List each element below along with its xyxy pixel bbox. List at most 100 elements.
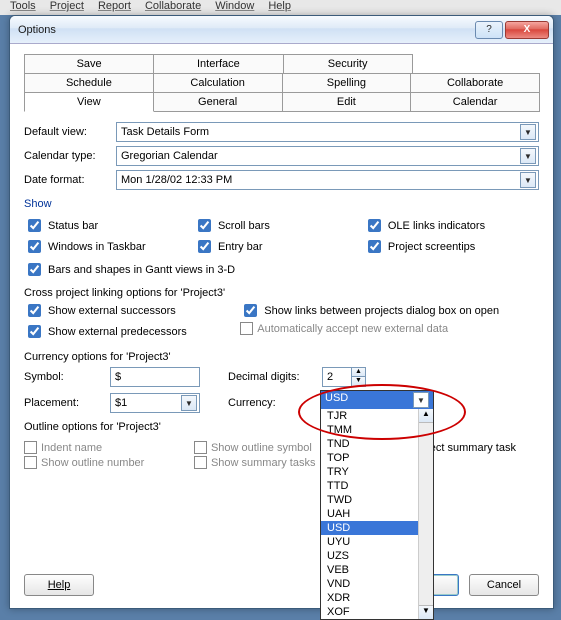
show-links-dialog-label: Show links between projects dialog box o… bbox=[264, 305, 499, 317]
menu-report[interactable]: Report bbox=[92, 0, 137, 15]
chevron-down-icon[interactable]: ▼ bbox=[520, 148, 536, 164]
date-format-label: Date format: bbox=[24, 174, 116, 186]
ole-links-checkbox[interactable] bbox=[368, 219, 381, 232]
placement-value: $1 bbox=[115, 397, 181, 409]
decimal-digits-spinner[interactable]: 2 ▲▼ bbox=[322, 367, 366, 387]
currency-option[interactable]: TTD bbox=[321, 479, 433, 493]
currency-dd-selected: USD bbox=[325, 392, 348, 408]
ole-links-label: OLE links indicators bbox=[388, 220, 485, 232]
currency-label: Currency: bbox=[228, 397, 316, 409]
symbol-input[interactable]: $ bbox=[110, 367, 200, 387]
project-tips-checkbox[interactable] bbox=[368, 240, 381, 253]
tab-spelling[interactable]: Spelling bbox=[282, 74, 412, 93]
app-menubar: Tools Project Report Collaborate Window … bbox=[0, 0, 561, 15]
tab-calendar[interactable]: Calendar bbox=[410, 93, 540, 112]
calendar-type-value: Gregorian Calendar bbox=[121, 150, 520, 162]
currency-option[interactable]: UZS bbox=[321, 549, 433, 563]
project-tips-label: Project screentips bbox=[388, 241, 475, 253]
status-bar-checkbox[interactable] bbox=[28, 219, 41, 232]
chevron-down-icon[interactable]: ▼ bbox=[181, 395, 197, 411]
calendar-type-select[interactable]: Gregorian Calendar ▼ bbox=[116, 146, 539, 166]
cancel-button[interactable]: Cancel bbox=[469, 574, 539, 596]
currency-option[interactable]: VND bbox=[321, 577, 433, 591]
help-button-icon[interactable]: ? bbox=[475, 21, 503, 39]
show-group-title: Show bbox=[24, 198, 539, 210]
placement-select[interactable]: $1 ▼ bbox=[110, 393, 200, 413]
windows-taskbar-checkbox[interactable] bbox=[28, 240, 41, 253]
outline-number-checkbox bbox=[24, 456, 37, 469]
scroll-up-icon[interactable]: ▲ bbox=[419, 409, 433, 423]
chevron-down-icon[interactable]: ▼ bbox=[520, 124, 536, 140]
ext-pred-label: Show external predecessors bbox=[48, 326, 187, 338]
date-format-select[interactable]: Mon 1/28/02 12:33 PM ▼ bbox=[116, 170, 539, 190]
decimal-digits-value: 2 bbox=[323, 371, 351, 383]
date-format-value: Mon 1/28/02 12:33 PM bbox=[121, 174, 520, 186]
currency-option[interactable]: VEB bbox=[321, 563, 433, 577]
tab-save[interactable]: Save bbox=[24, 54, 154, 74]
outline-symbol-label: Show outline symbol bbox=[211, 442, 312, 454]
currency-option-selected[interactable]: USD bbox=[321, 521, 433, 535]
menu-collaborate[interactable]: Collaborate bbox=[139, 0, 207, 15]
currency-option[interactable]: TND bbox=[321, 437, 433, 451]
currency-dd-list[interactable]: TJR TMM TND TOP TRY TTD TWD UAH USD UYU … bbox=[321, 409, 433, 619]
currency-option[interactable]: UAH bbox=[321, 507, 433, 521]
currency-option[interactable]: XOF bbox=[321, 605, 433, 619]
chevron-down-icon[interactable]: ▼ bbox=[413, 392, 429, 408]
tab-collaborate[interactable]: Collaborate bbox=[410, 74, 540, 93]
tab-schedule[interactable]: Schedule bbox=[24, 74, 154, 93]
currency-option[interactable]: TWD bbox=[321, 493, 433, 507]
summary-tasks-checkbox bbox=[194, 456, 207, 469]
indent-name-label: Indent name bbox=[41, 442, 102, 454]
decimal-digits-label: Decimal digits: bbox=[228, 371, 316, 383]
auto-accept-label: Automatically accept new external data bbox=[257, 323, 448, 335]
symbol-label: Symbol: bbox=[24, 371, 104, 383]
outline-symbol-checkbox bbox=[194, 441, 207, 454]
currency-options-title: Currency options for 'Project3' bbox=[24, 351, 539, 363]
tab-view[interactable]: View bbox=[24, 93, 154, 112]
spin-up-icon[interactable]: ▲ bbox=[351, 368, 365, 377]
entry-bar-label: Entry bar bbox=[218, 241, 263, 253]
tab-interface[interactable]: Interface bbox=[153, 54, 283, 74]
currency-option[interactable]: UYU bbox=[321, 535, 433, 549]
currency-option[interactable]: TOP bbox=[321, 451, 433, 465]
windows-taskbar-label: Windows in Taskbar bbox=[48, 241, 146, 253]
tab-security[interactable]: Security bbox=[283, 54, 413, 74]
bars-gantt-checkbox[interactable] bbox=[28, 263, 41, 276]
summary-tasks-label: Show summary tasks bbox=[211, 457, 316, 469]
ext-pred-checkbox[interactable] bbox=[28, 325, 41, 338]
default-view-select[interactable]: Task Details Form ▼ bbox=[116, 122, 539, 142]
dropdown-scrollbar[interactable]: ▲ ▼ bbox=[418, 409, 433, 619]
spin-down-icon[interactable]: ▼ bbox=[351, 377, 365, 386]
cross-project-title: Cross project linking options for 'Proje… bbox=[24, 287, 539, 299]
currency-dropdown[interactable]: USD ▼ TJR TMM TND TOP TRY TTD TWD UAH US… bbox=[320, 390, 434, 620]
tab-calculation[interactable]: Calculation bbox=[153, 74, 283, 93]
outline-number-label: Show outline number bbox=[41, 457, 144, 469]
tab-strip: Save Interface Security Schedule Calcula… bbox=[24, 54, 539, 112]
default-view-value: Task Details Form bbox=[121, 126, 520, 138]
default-view-label: Default view: bbox=[24, 126, 116, 138]
tab-spacer bbox=[412, 54, 540, 74]
tab-general[interactable]: General bbox=[153, 93, 283, 112]
scroll-down-icon[interactable]: ▼ bbox=[419, 605, 433, 619]
currency-option[interactable]: TJR bbox=[321, 409, 433, 423]
show-links-dialog-checkbox[interactable] bbox=[244, 304, 257, 317]
menu-window[interactable]: Window bbox=[209, 0, 260, 15]
calendar-type-label: Calendar type: bbox=[24, 150, 116, 162]
menu-tools[interactable]: Tools bbox=[4, 0, 42, 15]
ext-succ-checkbox[interactable] bbox=[28, 304, 41, 317]
close-icon[interactable]: X bbox=[505, 21, 549, 39]
menu-help[interactable]: Help bbox=[262, 0, 297, 15]
scroll-bars-label: Scroll bars bbox=[218, 220, 270, 232]
currency-option[interactable]: TMM bbox=[321, 423, 433, 437]
tab-edit[interactable]: Edit bbox=[282, 93, 412, 112]
currency-option[interactable]: TRY bbox=[321, 465, 433, 479]
auto-accept-checkbox bbox=[240, 322, 253, 335]
help-button[interactable]: Help bbox=[24, 574, 94, 596]
scroll-bars-checkbox[interactable] bbox=[198, 219, 211, 232]
symbol-value: $ bbox=[115, 371, 121, 383]
chevron-down-icon[interactable]: ▼ bbox=[520, 172, 536, 188]
currency-option[interactable]: XDR bbox=[321, 591, 433, 605]
menu-project[interactable]: Project bbox=[44, 0, 90, 15]
options-dialog: Options ? X Save Interface Security Sche… bbox=[9, 15, 554, 609]
entry-bar-checkbox[interactable] bbox=[198, 240, 211, 253]
